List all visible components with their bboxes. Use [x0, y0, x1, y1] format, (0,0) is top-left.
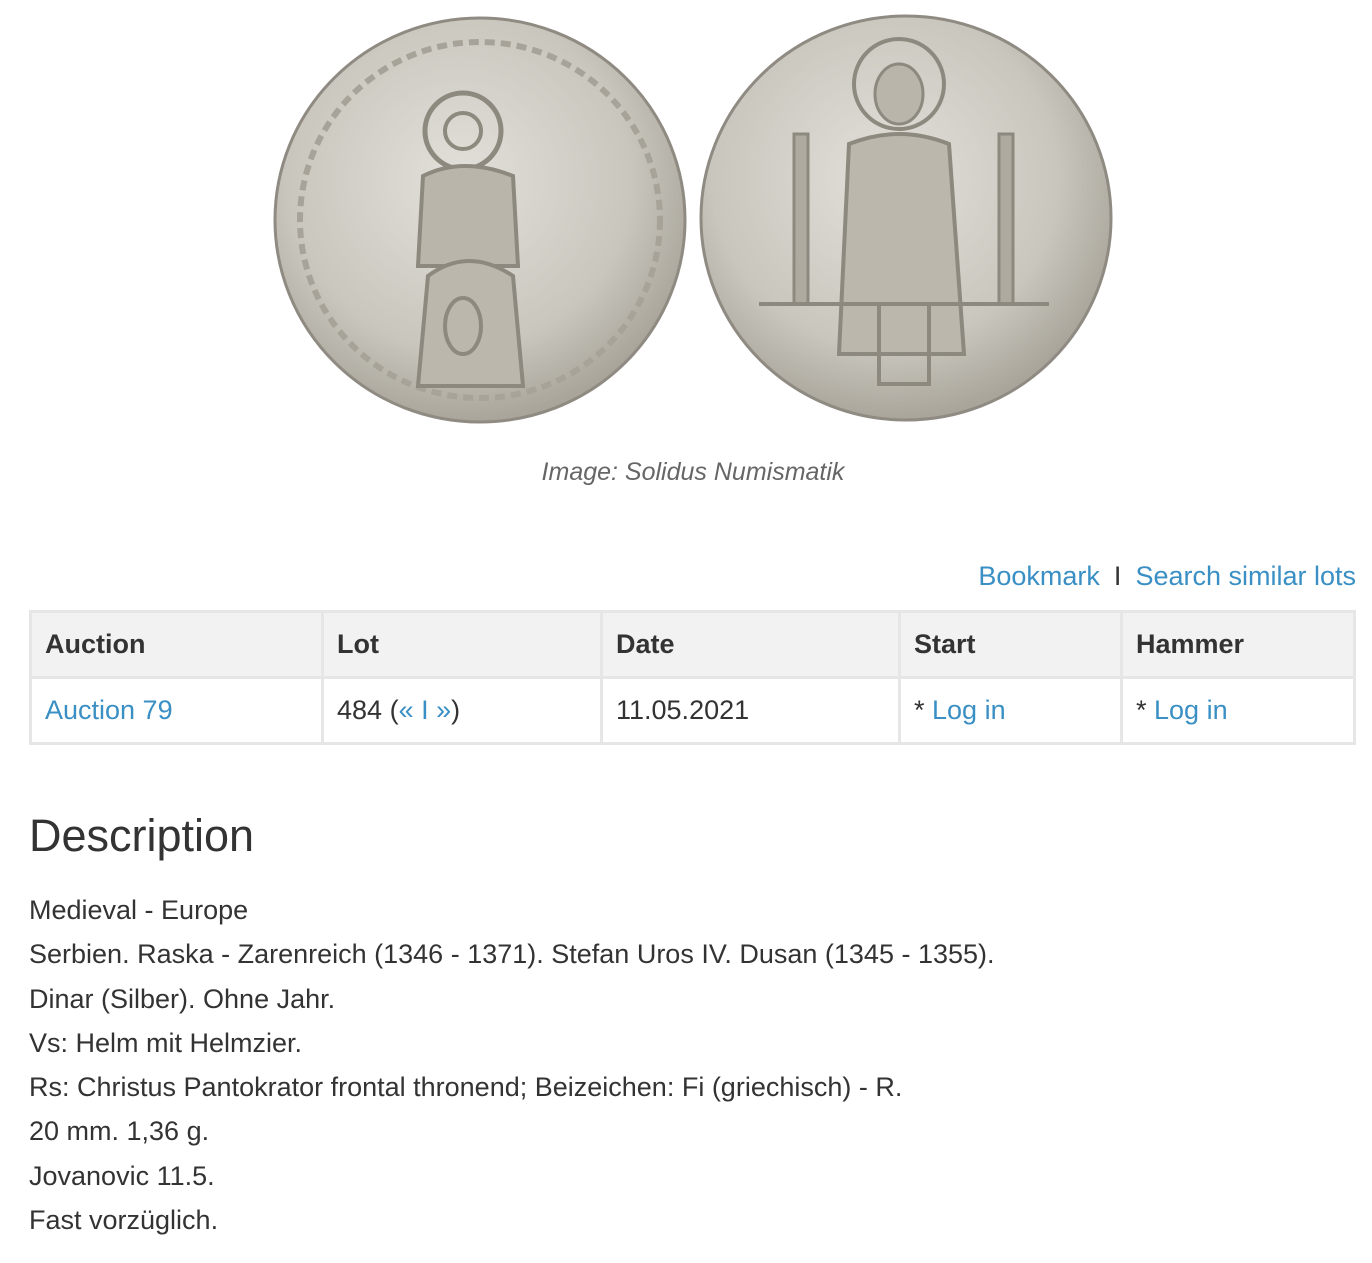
lot-nav-separator: I — [413, 695, 437, 725]
lot-actions: Bookmark I Search similar lots — [978, 561, 1356, 592]
hammer-login-link[interactable]: Log in — [1154, 695, 1228, 725]
start-login-link[interactable]: Log in — [932, 695, 1006, 725]
lot-header: Lot — [321, 610, 603, 679]
bookmark-link[interactable]: Bookmark — [978, 561, 1100, 591]
start-cell: * Log in — [898, 676, 1123, 745]
start-prefix: * — [914, 695, 933, 725]
table-header-row: Auction Lot Date Start Hammer — [29, 610, 1356, 679]
description-line: Dinar (Silber). Ohne Jahr. — [29, 983, 336, 1014]
table-row: Auction 79 484 (« I ») 11.05.2021 * Log … — [29, 676, 1356, 745]
action-separator: I — [1113, 561, 1122, 591]
lot-number: 484 — [337, 695, 383, 725]
description-line: Jovanovic 11.5. — [29, 1160, 215, 1191]
description-body: Medieval - Europe Serbien. Raska - Zaren… — [29, 888, 995, 1242]
image-caption: Image: Solidus Numismatik — [541, 458, 845, 486]
search-similar-lots-link[interactable]: Search similar lots — [1135, 561, 1356, 591]
coin-obverse-image — [273, 16, 687, 424]
description-line: Serbien. Raska - Zarenreich (1346 - 1371… — [29, 939, 995, 970]
lot-nav-close: ) — [451, 695, 461, 725]
auction-link[interactable]: Auction 79 — [45, 695, 173, 725]
start-header: Start — [898, 610, 1123, 679]
auction-header: Auction — [29, 610, 324, 679]
hammer-prefix: * — [1136, 695, 1155, 725]
description-line: Rs: Christus Pantokrator frontal thronen… — [29, 1072, 903, 1103]
description-line: Vs: Helm mit Helmzier. — [29, 1027, 303, 1058]
hammer-header: Hammer — [1120, 610, 1356, 679]
description-line: Medieval - Europe — [29, 895, 249, 925]
next-lot-link[interactable]: » — [436, 695, 451, 725]
lot-nav-open: ( — [382, 695, 399, 725]
description-line: 20 mm. 1,36 g. — [29, 1116, 210, 1147]
date-header: Date — [600, 610, 901, 679]
coin-images — [0, 0, 1372, 440]
coin-reverse-image — [699, 14, 1113, 422]
lot-info-table: Auction Lot Date Start Hammer Auction 79… — [29, 610, 1356, 745]
auction-cell: Auction 79 — [29, 676, 324, 745]
description-heading: Description — [29, 810, 255, 861]
description-line: Fast vorzüglich. — [29, 1205, 219, 1236]
lot-cell: 484 (« I ») — [321, 676, 603, 745]
date-cell: 11.05.2021 — [600, 676, 901, 745]
previous-lot-link[interactable]: « — [399, 695, 414, 725]
hammer-cell: * Log in — [1120, 676, 1356, 745]
